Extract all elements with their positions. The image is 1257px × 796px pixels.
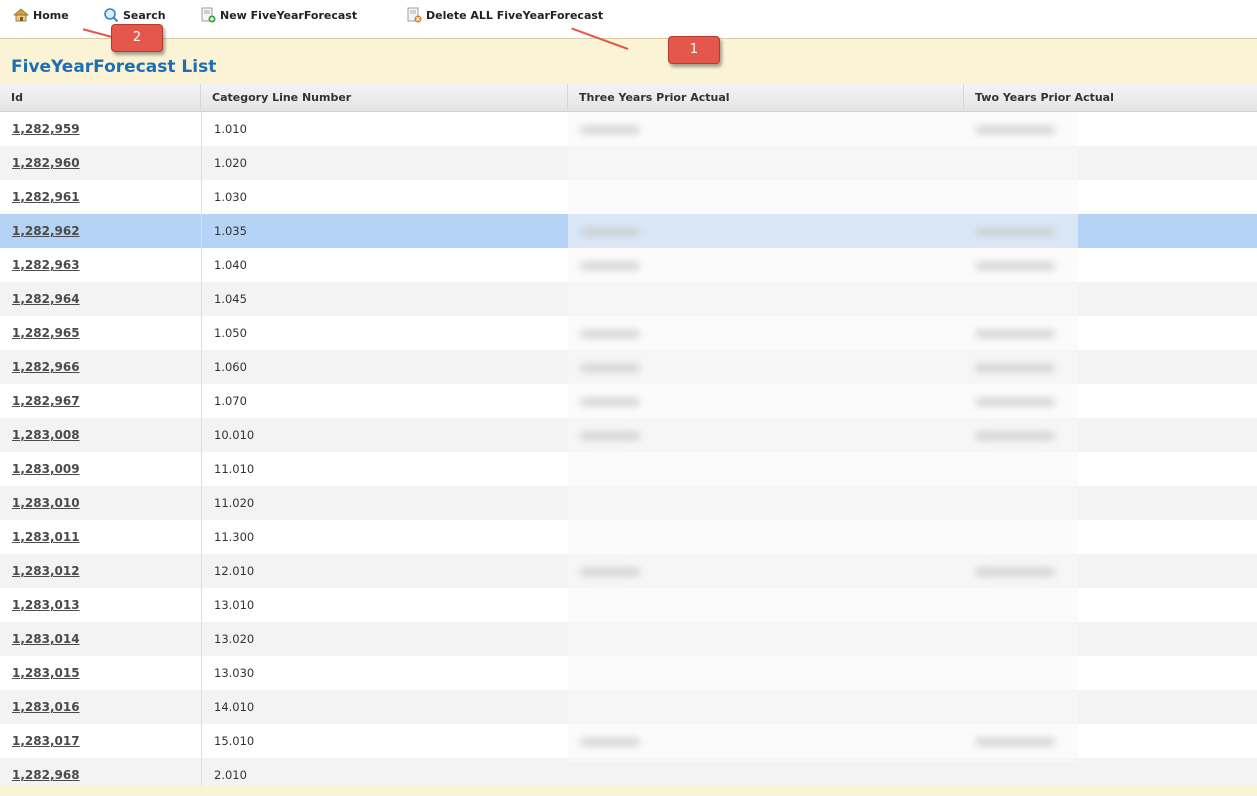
- category-line-number-cell: 11.300: [201, 520, 568, 554]
- id-link[interactable]: 1,282,965: [12, 326, 80, 340]
- category-line-number-cell: 1.030: [201, 180, 568, 214]
- category-line-number-cell: 15.010: [201, 724, 568, 758]
- blurred-value: [580, 364, 640, 372]
- column-header-id[interactable]: Id: [0, 84, 201, 112]
- toolbar: Home Search New FiveYearForecast Delete …: [0, 0, 1257, 38]
- id-cell: 1,283,016: [0, 690, 201, 724]
- id-cell: 1,282,962: [0, 214, 201, 248]
- blurred-value: [975, 568, 1055, 576]
- id-link[interactable]: 1,283,015: [12, 666, 80, 680]
- home-label: Home: [33, 8, 69, 22]
- search-icon: [103, 7, 119, 23]
- id-link[interactable]: 1,283,011: [12, 530, 80, 544]
- home-icon: [13, 7, 29, 23]
- id-cell: 1,282,964: [0, 282, 201, 316]
- grid-footer: [0, 786, 1257, 796]
- id-link[interactable]: 1,282,967: [12, 394, 80, 408]
- category-line-number-cell: 1.035: [201, 214, 568, 248]
- column-header-category-line-number[interactable]: Category Line Number: [201, 84, 568, 112]
- new-document-icon: [200, 7, 216, 23]
- id-cell: 1,283,010: [0, 486, 201, 520]
- blurred-value: [580, 126, 640, 134]
- blurred-value: [975, 330, 1055, 338]
- search-button[interactable]: Search: [103, 6, 166, 24]
- category-line-number-cell: 1.070: [201, 384, 568, 418]
- id-cell: 1,283,015: [0, 656, 201, 690]
- page-title: FiveYearForecast List: [11, 57, 217, 77]
- category-line-number-cell: 13.030: [201, 656, 568, 690]
- id-link[interactable]: 1,283,013: [12, 598, 80, 612]
- blurred-value: [975, 432, 1055, 440]
- id-link[interactable]: 1,283,009: [12, 462, 80, 476]
- category-line-number-cell: 1.020: [201, 146, 568, 180]
- id-link[interactable]: 1,282,962: [12, 224, 80, 238]
- callout-1: 1: [668, 36, 720, 64]
- blurred-value: [975, 738, 1055, 746]
- id-link[interactable]: 1,283,016: [12, 700, 80, 714]
- blurred-value: [975, 364, 1055, 372]
- id-link[interactable]: 1,282,959: [12, 122, 80, 136]
- id-link[interactable]: 1,283,008: [12, 428, 80, 442]
- new-label: New FiveYearForecast: [220, 8, 358, 22]
- id-link[interactable]: 1,282,966: [12, 360, 80, 374]
- id-cell: 1,282,966: [0, 350, 201, 384]
- id-cell: 1,282,963: [0, 248, 201, 282]
- id-cell: 1,283,009: [0, 452, 201, 486]
- category-line-number-cell: 1.010: [201, 112, 568, 146]
- id-link[interactable]: 1,282,964: [12, 292, 80, 306]
- category-line-number-cell: 12.010: [201, 554, 568, 588]
- blurred-value: [975, 262, 1055, 270]
- id-link[interactable]: 1,283,014: [12, 632, 80, 646]
- search-label: Search: [123, 8, 166, 22]
- category-line-number-cell: 1.060: [201, 350, 568, 384]
- blurred-value: [580, 398, 640, 406]
- id-cell: 1,282,959: [0, 112, 201, 146]
- category-line-number-cell: 14.010: [201, 690, 568, 724]
- id-cell: 1,283,011: [0, 520, 201, 554]
- delete-label: Delete ALL FiveYearForecast: [426, 8, 604, 22]
- id-cell: 1,282,967: [0, 384, 201, 418]
- column-header-two-years-prior-actual[interactable]: Two Years Prior Actual: [964, 84, 1257, 112]
- category-line-number-cell: 11.020: [201, 486, 568, 520]
- blurred-value: [580, 568, 640, 576]
- blurred-value: [975, 398, 1055, 406]
- category-line-number-cell: 10.010: [201, 418, 568, 452]
- id-cell: 1,283,017: [0, 724, 201, 758]
- id-link[interactable]: 1,283,010: [12, 496, 80, 510]
- id-cell: 1,283,014: [0, 622, 201, 656]
- id-link[interactable]: 1,283,012: [12, 564, 80, 578]
- home-button[interactable]: Home: [13, 6, 69, 24]
- id-link[interactable]: 1,283,017: [12, 734, 80, 748]
- id-link[interactable]: 1,282,960: [12, 156, 80, 170]
- callout-2: 2: [111, 24, 163, 52]
- category-line-number-cell: 13.020: [201, 622, 568, 656]
- delete-document-icon: [406, 7, 422, 23]
- category-line-number-cell: 1.050: [201, 316, 568, 350]
- category-line-number-cell: 13.010: [201, 588, 568, 622]
- id-cell: 1,283,013: [0, 588, 201, 622]
- category-line-number-cell: 1.040: [201, 248, 568, 282]
- id-link[interactable]: 1,282,961: [12, 190, 80, 204]
- grid-header: Id Category Line Number Three Years Prio…: [0, 84, 1257, 112]
- blurred-value: [580, 262, 640, 270]
- id-link[interactable]: 1,282,968: [12, 768, 80, 782]
- id-link[interactable]: 1,282,963: [12, 258, 80, 272]
- blurred-value: [580, 738, 640, 746]
- id-cell: 1,282,961: [0, 180, 201, 214]
- id-cell: 1,282,960: [0, 146, 201, 180]
- category-line-number-cell: 1.045: [201, 282, 568, 316]
- id-cell: 1,283,012: [0, 554, 201, 588]
- new-fiveyearforecast-button[interactable]: New FiveYearForecast: [200, 6, 357, 24]
- blurred-value: [580, 330, 640, 338]
- blurred-value: [580, 432, 640, 440]
- id-cell: 1,282,965: [0, 316, 201, 350]
- blurred-value: [580, 228, 640, 236]
- blurred-value: [975, 126, 1055, 134]
- list-title-bar: FiveYearForecast List: [0, 38, 1257, 84]
- category-line-number-cell: 11.010: [201, 452, 568, 486]
- delete-all-fiveyearforecast-button[interactable]: Delete ALL FiveYearForecast: [406, 6, 603, 24]
- column-header-three-years-prior-actual[interactable]: Three Years Prior Actual: [568, 84, 964, 112]
- blurred-value: [975, 228, 1055, 236]
- id-cell: 1,283,008: [0, 418, 201, 452]
